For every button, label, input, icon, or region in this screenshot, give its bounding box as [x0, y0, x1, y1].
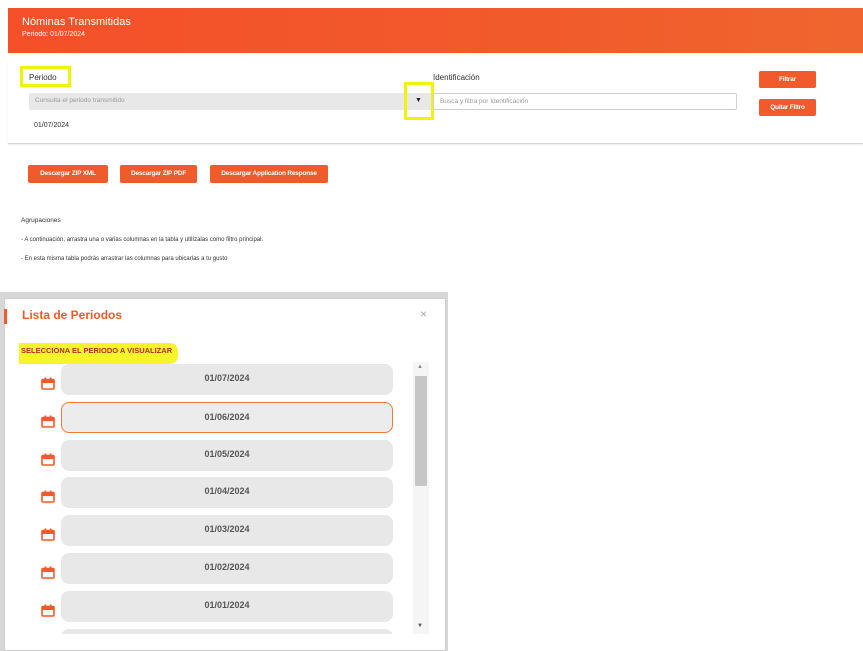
descargar-application-response-button[interactable]: Descargar Application Response [210, 165, 328, 183]
period-list-item[interactable]: 01/07/2024 [30, 364, 410, 400]
calendar-icon [41, 490, 55, 504]
modal-instruction: SELECCIONA EL PERIODO A VISUALIZAR [19, 343, 179, 364]
scroll-down-icon[interactable]: ▼ [417, 623, 423, 629]
period-list-item[interactable]: 01/06/2024 [30, 401, 410, 438]
calendar-icon [41, 377, 55, 390]
calendar-icon [41, 528, 55, 541]
period-list-item[interactable]: 01/05/2024 [30, 439, 410, 476]
filtrar-button[interactable]: Filtrar [759, 71, 816, 88]
agrupaciones-title: Agrupaciones [21, 217, 61, 224]
quitar-filtro-button[interactable]: Quitar Filtro [759, 99, 816, 116]
period-option-button[interactable]: 01/07/2024 [61, 364, 393, 395]
period-option-button[interactable]: 01/04/2024 [61, 477, 393, 509]
period-list-item[interactable]: 01/02/2024 [30, 553, 410, 589]
periodo-label: Periodo [20, 66, 71, 87]
scrollbar-thumb[interactable] [415, 376, 427, 486]
page-title: Nóminas Transmitidas [22, 16, 131, 28]
period-list-item[interactable]: 01/04/2024 [30, 477, 410, 513]
period-list-item[interactable]: 01/03/2024 [30, 515, 410, 551]
calendar-icon [41, 566, 55, 579]
modal-title: Lista de Periodos [22, 308, 123, 322]
period-list-item[interactable]: 01/01/2024 [30, 590, 410, 627]
descargar-zip-pdf-button[interactable]: Descargar ZIP PDF [120, 165, 197, 183]
descargar-zip-xml-button[interactable]: Descargar ZIP XML [28, 165, 108, 183]
period-option-button[interactable] [61, 628, 393, 634]
periodo-value: 01/07/2024 [34, 122, 70, 129]
periodo-select[interactable]: Consulta el periodo transmitido [29, 93, 433, 110]
scroll-up-icon[interactable]: ▲ [417, 364, 423, 370]
close-icon[interactable]: × [420, 307, 427, 321]
period-list-item[interactable] [30, 628, 410, 634]
period-option-button[interactable]: 01/03/2024 [61, 515, 393, 547]
agrupaciones-hint-2: - En esta misma tabla podrás arrastrar l… [21, 256, 228, 262]
modal-title-accent [4, 309, 7, 324]
period-option-button[interactable]: 01/01/2024 [61, 590, 393, 622]
agrupaciones-hint-1: - A continuación, arrastra una o varias … [21, 237, 264, 243]
chevron-down-icon[interactable]: ▼ [415, 97, 422, 104]
period-option-button[interactable]: 01/06/2024 [61, 401, 393, 433]
period-option-button[interactable]: 01/05/2024 [61, 439, 393, 471]
identificacion-input[interactable]: Busca y filtra por Identificación [433, 93, 737, 110]
periodos-list: 01/07/2024 01/06/2024 01/05/2024 01/04/2024… [30, 362, 410, 634]
calendar-icon [41, 415, 55, 428]
identificacion-label: Identificación [433, 73, 480, 82]
page-header: Nóminas Transmitidas Periodo: 01/07/2024 [8, 8, 863, 53]
calendar-icon [41, 453, 55, 466]
period-option-button[interactable]: 01/02/2024 [61, 553, 393, 584]
page-subtitle: Periodo: 01/07/2024 [22, 31, 86, 38]
calendar-icon [41, 604, 55, 617]
